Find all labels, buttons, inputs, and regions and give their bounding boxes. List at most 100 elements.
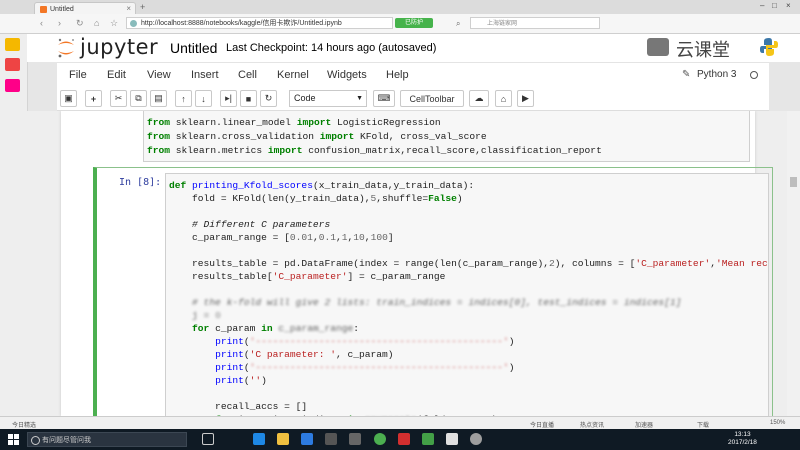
cell-code-area[interactable]: def printing_Kfold_scores(x_train_data,y… <box>165 173 769 416</box>
code-line: from sklearn.cross_validation import KFo… <box>147 131 487 142</box>
zoom-level[interactable]: 150% <box>770 420 785 426</box>
kernel-name[interactable]: Python 3 <box>697 69 736 80</box>
maximize-icon[interactable]: □ <box>772 1 777 10</box>
command-palette-button[interactable]: ⌨ <box>373 90 395 107</box>
minimize-icon[interactable]: – <box>760 1 764 10</box>
explorer-icon[interactable] <box>277 433 289 445</box>
tab-close-icon[interactable]: × <box>126 4 131 13</box>
status-item[interactable]: 今日直播 <box>530 420 554 429</box>
notebook-area: from sklearn.linear_model import Logisti… <box>27 111 787 416</box>
star-icon[interactable]: ☆ <box>110 18 118 29</box>
status-item[interactable]: 热点资讯 <box>580 420 604 429</box>
url-text: http://localhost:8888/notebooks/kaggle/信… <box>141 20 342 27</box>
system-clock[interactable]: 13:13 2017/2/18 <box>728 431 757 447</box>
selected-code-cell[interactable]: In [8]: def printing_Kfold_scores(x_trai… <box>93 167 773 416</box>
toolbar: ▣ + ✂ ⧉ ▤ ↑ ↓ ▸| ■ ↻ Code ▼ ⌨ CellToolba… <box>57 88 769 111</box>
pdf-icon[interactable] <box>398 433 410 445</box>
status-item[interactable]: 下载 <box>697 420 709 429</box>
menu-file[interactable]: File <box>69 69 87 81</box>
browser-search-input[interactable]: 上海链家网 <box>470 17 600 29</box>
code-line: from sklearn.metrics import confusion_ma… <box>147 145 602 156</box>
task-view-icon[interactable] <box>202 433 214 445</box>
cell-type-select[interactable]: Code ▼ <box>289 90 367 107</box>
security-badge[interactable]: 已防护 <box>395 18 433 28</box>
run-cell-button[interactable]: ▸| <box>220 90 237 107</box>
cortana-icon <box>31 436 40 445</box>
forward-icon[interactable]: › <box>58 18 61 28</box>
code-cell[interactable]: from sklearn.linear_model import Logisti… <box>105 111 757 163</box>
code-line: print('') <box>215 375 267 386</box>
presentation-button[interactable]: ⌂ <box>495 90 512 107</box>
chevron-down-icon: ▼ <box>356 95 363 102</box>
browser-360-icon[interactable] <box>374 433 386 445</box>
new-tab-icon[interactable]: + <box>140 2 145 12</box>
taskbar-search-input[interactable]: 有问题尽管问我 <box>27 432 187 447</box>
taskbar-search-placeholder: 有问题尽管问我 <box>42 437 91 444</box>
menu-help[interactable]: Help <box>386 69 409 81</box>
scrollbar-thumb[interactable] <box>790 177 797 187</box>
app-icon[interactable] <box>470 433 482 445</box>
tab-title: Untitled <box>50 5 74 13</box>
menu-insert[interactable]: Insert <box>191 69 219 81</box>
code-line: j = 0 <box>169 310 221 321</box>
favorites-star-icon[interactable] <box>5 38 20 51</box>
weibo-icon[interactable] <box>5 58 20 71</box>
interrupt-button[interactable]: ■ <box>240 90 257 107</box>
windows-start-icon[interactable] <box>8 434 19 445</box>
move-down-button[interactable]: ↓ <box>195 90 212 107</box>
menu-cell[interactable]: Cell <box>238 69 257 81</box>
home-icon[interactable]: ⌂ <box>94 18 99 28</box>
notebook-title[interactable]: Untitled <box>170 40 217 56</box>
menu-view[interactable]: View <box>147 69 171 81</box>
save-button[interactable]: ▣ <box>60 90 77 107</box>
app-icon[interactable] <box>446 433 458 445</box>
restart-button[interactable]: ↻ <box>260 90 277 107</box>
search-icon[interactable]: ⌕ <box>456 19 460 29</box>
paste-button[interactable]: ▤ <box>150 90 167 107</box>
app-icon[interactable] <box>325 433 337 445</box>
jupyter-logo-text: jupyter <box>80 35 159 59</box>
status-left[interactable]: 今日精选 <box>12 420 36 429</box>
code-line: recall_accs = [] <box>169 401 308 412</box>
url-input[interactable]: http://localhost:8888/notebooks/kaggle/信… <box>126 17 393 29</box>
cell-code-area[interactable]: from sklearn.linear_model import Logisti… <box>143 111 750 162</box>
jupyter-logo-icon[interactable] <box>56 37 76 59</box>
menu-edit[interactable]: Edit <box>107 69 126 81</box>
menu-widgets[interactable]: Widgets <box>327 69 367 81</box>
cell-prompt: In [8]: <box>119 177 162 188</box>
windows-taskbar: 有问题尽管问我 13:13 2017/2/18 <box>0 429 800 450</box>
code-line: # Different C parameters <box>169 219 331 230</box>
status-item[interactable]: 加速器 <box>635 420 653 429</box>
edge-icon[interactable] <box>253 433 265 445</box>
page-scrollbar[interactable] <box>787 111 800 416</box>
code-line: from sklearn.linear_model import Logisti… <box>147 117 441 128</box>
store-icon[interactable] <box>301 433 313 445</box>
back-icon[interactable]: ‹ <box>40 18 43 28</box>
brand-watermark: 云课堂 <box>647 36 787 60</box>
insert-cell-button[interactable]: + <box>85 90 102 107</box>
app-icon[interactable] <box>422 433 434 445</box>
browser-statusbar: 今日精选 今日直播 热点资讯 加速器 下载 150% <box>0 416 800 430</box>
menubar: File Edit View Insert Cell Kernel Widget… <box>57 62 769 89</box>
move-up-button[interactable]: ↑ <box>175 90 192 107</box>
sidebar-app-icon[interactable] <box>5 79 20 92</box>
code-line: print('C parameter: ', c_param) <box>215 349 394 360</box>
brand-text: 云课堂 <box>676 40 730 60</box>
chat-bubble-icon <box>647 38 669 56</box>
code-line: results_table['C_parameter'] = c_param_r… <box>169 271 446 282</box>
upload-button[interactable]: ☁ <box>469 90 489 107</box>
close-window-icon[interactable]: × <box>786 1 791 10</box>
app-icon[interactable] <box>349 433 361 445</box>
menu-kernel[interactable]: Kernel <box>277 69 309 81</box>
code-line: fold = KFold(len(y_train_data),5,shuffle… <box>169 193 463 204</box>
clock-time: 13:13 <box>734 431 751 438</box>
cut-button[interactable]: ✂ <box>110 90 127 107</box>
site-security-icon <box>130 20 137 27</box>
refresh-icon[interactable]: ↻ <box>76 18 84 29</box>
copy-button[interactable]: ⧉ <box>130 90 147 107</box>
jupyter-header: jupyter Untitled Last Checkpoint: 14 hou… <box>27 34 800 62</box>
video-button[interactable]: ▶ <box>517 90 534 107</box>
kernel-status-icon <box>750 71 758 79</box>
code-line: # the k-fold will give 2 lists: train_in… <box>169 297 682 308</box>
celltoolbar-button[interactable]: CellToolbar <box>400 90 464 107</box>
